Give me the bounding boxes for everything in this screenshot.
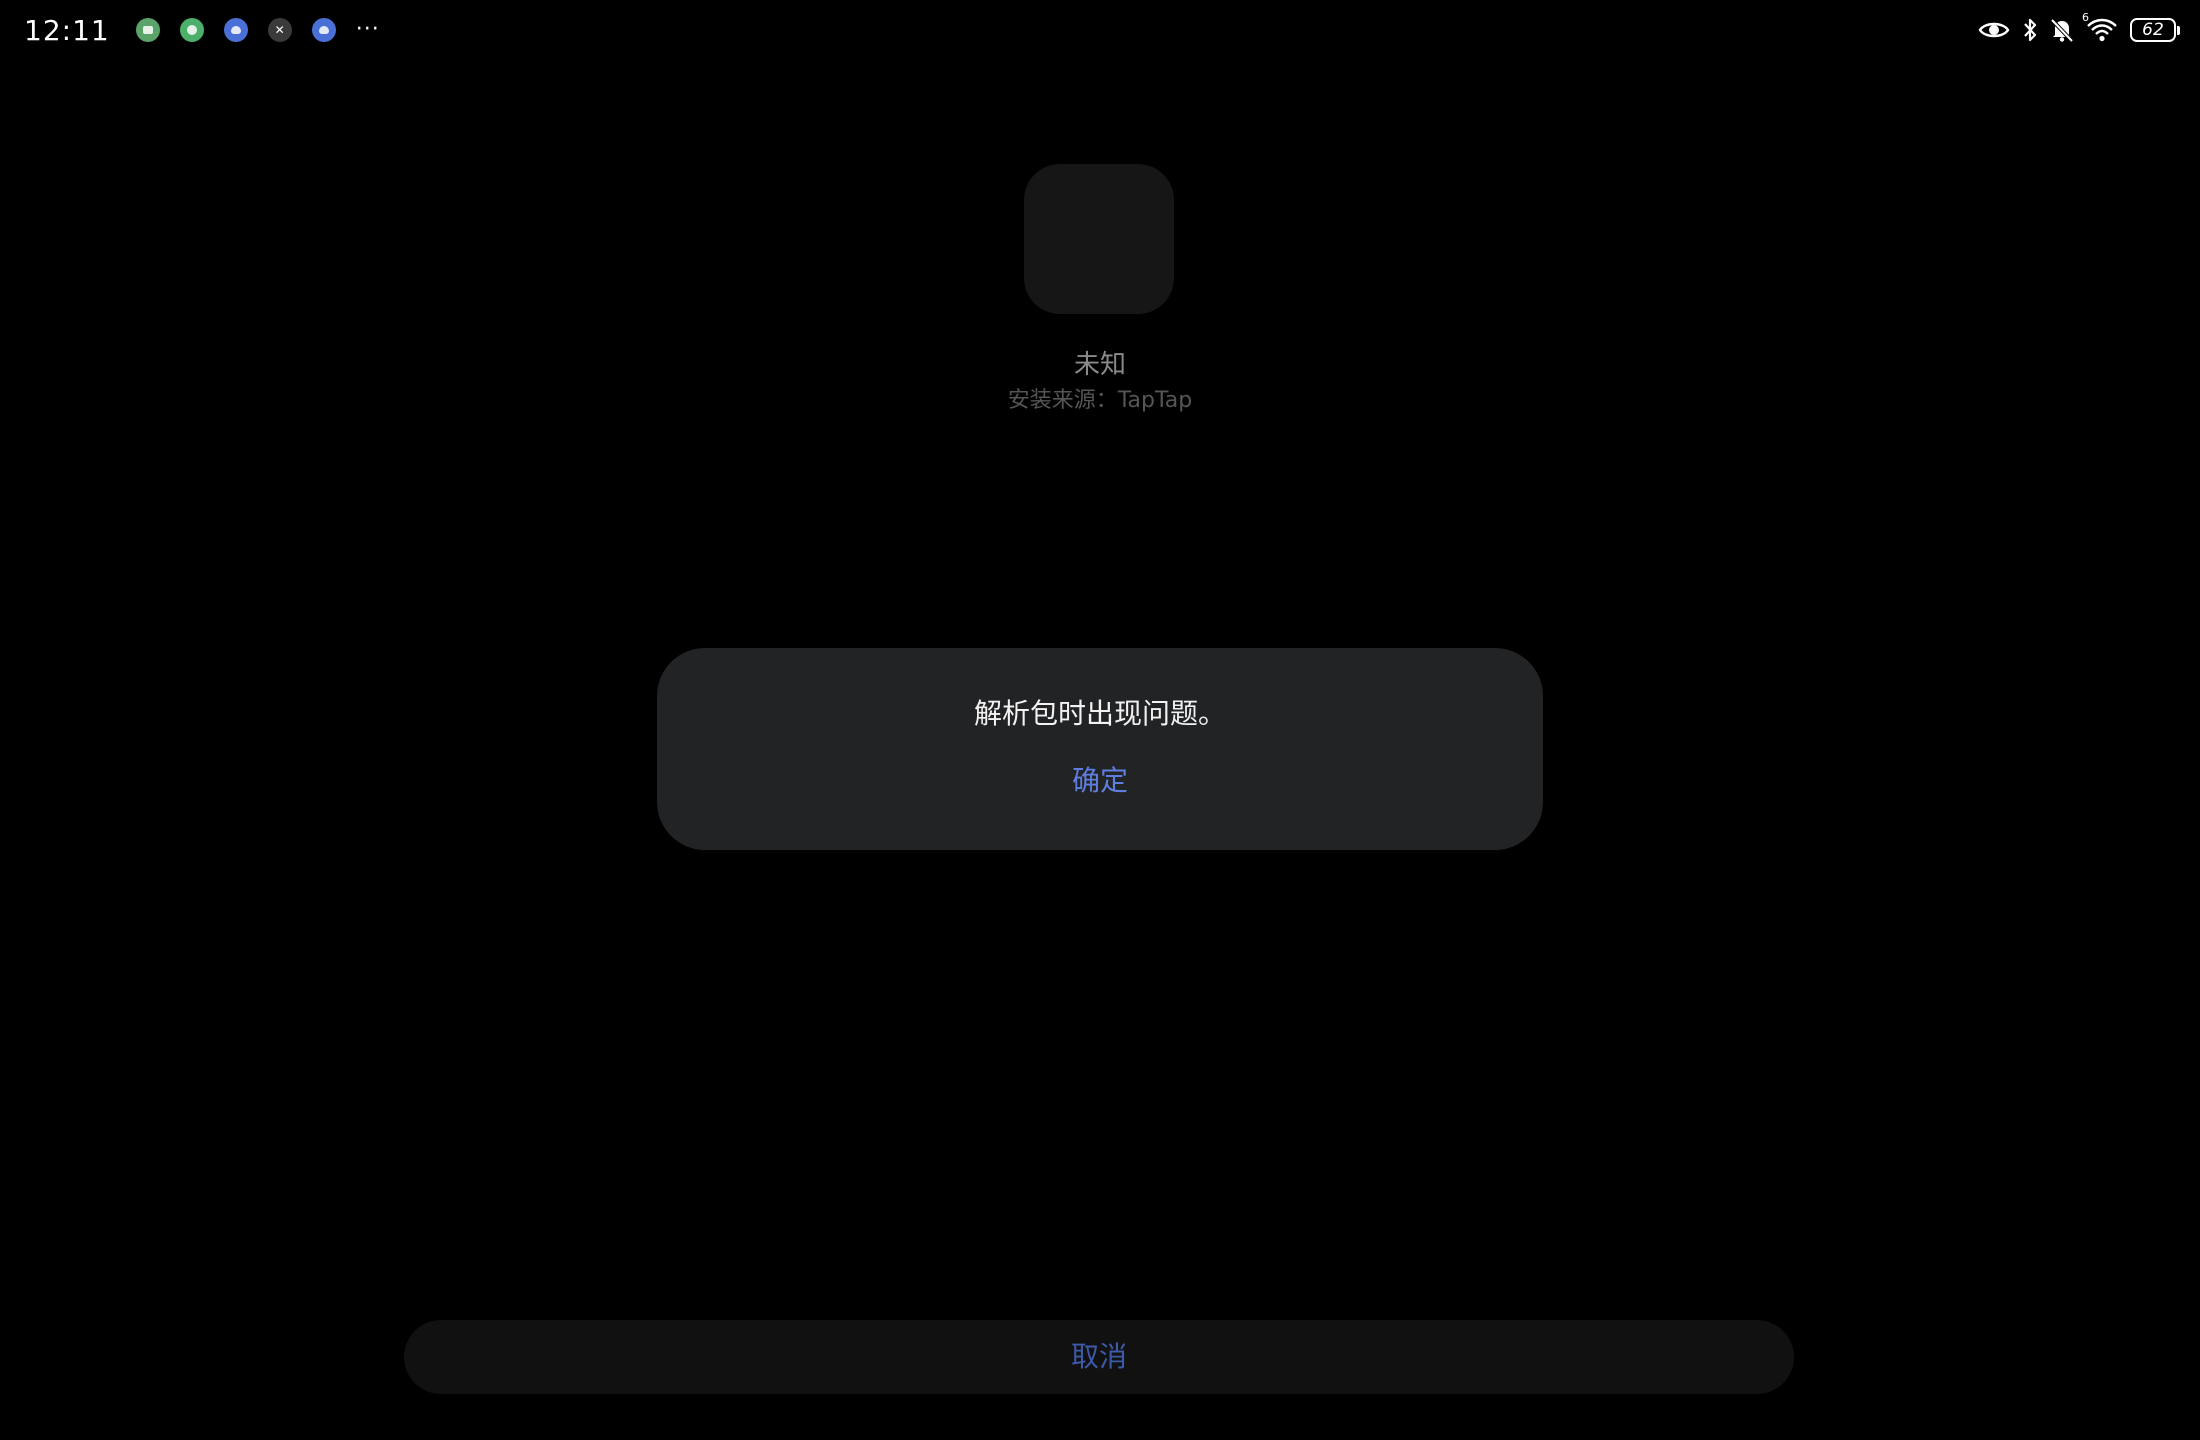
battery-icon: 62	[2130, 18, 2180, 42]
battery-level: 62	[2142, 19, 2164, 40]
cloud-app-icon	[223, 18, 248, 42]
android-app-icon	[135, 18, 160, 42]
bluetooth-icon	[2024, 18, 2037, 42]
status-clock: 12:11	[24, 13, 110, 47]
status-bar-left: 12:11 ✕ ···	[24, 10, 380, 50]
status-bar: 12:11 ✕ ··· 6 62	[0, 0, 2200, 60]
more-notifications-icon: ···	[355, 17, 380, 42]
wifi-icon	[2087, 18, 2117, 42]
x-app-icon: ✕	[267, 18, 292, 42]
chat-app-icon	[179, 18, 204, 42]
parse-error-dialog: 解析包时出现问题。 确定	[657, 648, 1543, 850]
confirm-button[interactable]: 确定	[1000, 760, 1200, 802]
app-icon-placeholder	[1024, 164, 1174, 314]
app-name: 未知	[1073, 350, 1126, 380]
wifi-indicator: 6	[2082, 11, 2118, 43]
dialog-message: 解析包时出现问题。	[973, 697, 1226, 730]
cloud-app-icon	[311, 18, 336, 42]
eye-icon	[1978, 22, 2010, 38]
package-installer-screen: 12:11 ✕ ··· 6 62 未知 安装来源：TapTap 解析包时出现问题…	[0, 0, 2200, 1440]
install-source: 安装来源：TapTap	[1007, 388, 1193, 413]
wifi-label: 6	[2082, 11, 2089, 24]
mute-bell-icon	[2050, 18, 2074, 43]
status-bar-right: 6 62	[1978, 11, 2180, 48]
cancel-button[interactable]: 取消	[404, 1320, 1794, 1394]
